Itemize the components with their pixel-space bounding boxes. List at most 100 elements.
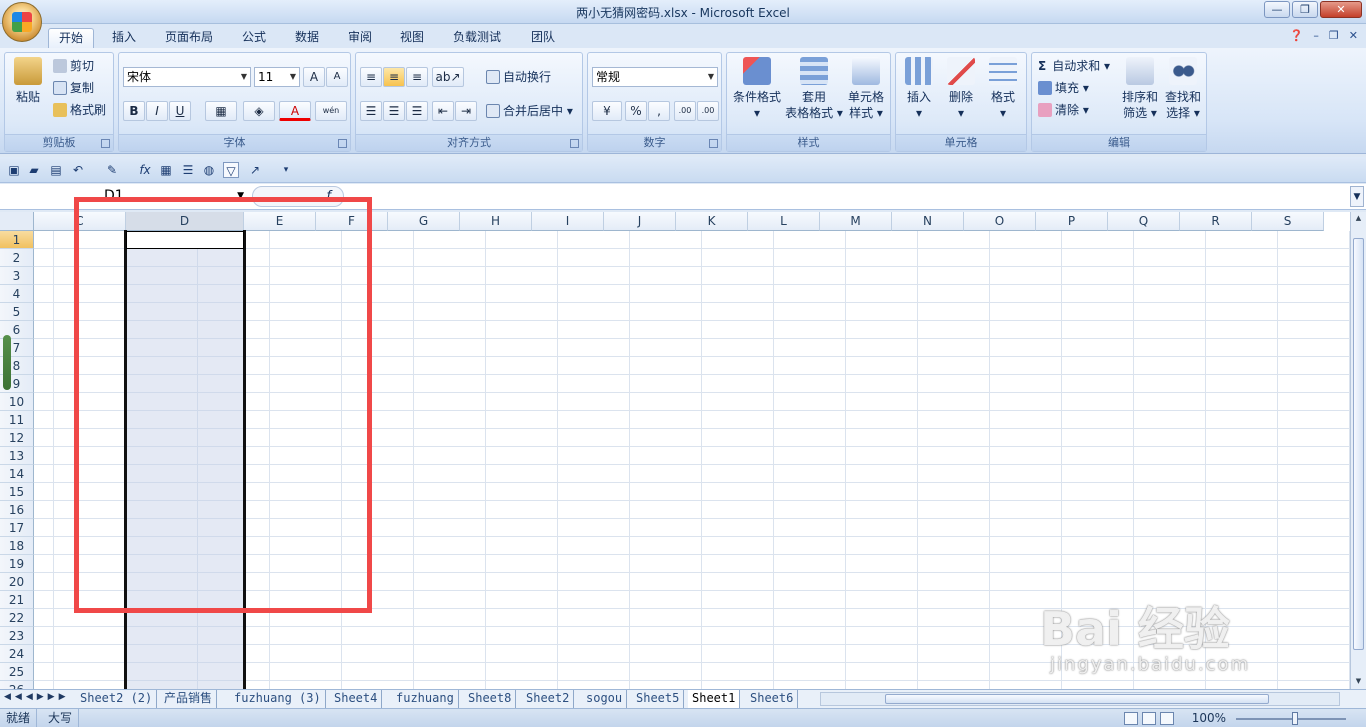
undo-icon[interactable]: ↶ bbox=[70, 162, 86, 178]
row-header-10[interactable]: 10 bbox=[0, 393, 34, 411]
clear-button[interactable]: 清除 ▾ bbox=[1038, 100, 1089, 120]
row-header-2[interactable]: 2 bbox=[0, 249, 34, 267]
tab-load-test[interactable]: 负载测试 bbox=[443, 28, 511, 48]
column-header-s[interactable]: S bbox=[1252, 212, 1324, 231]
select-all-corner[interactable] bbox=[0, 212, 34, 231]
row-header-25[interactable]: 25 bbox=[0, 663, 34, 681]
restore-button[interactable]: ❐ bbox=[1292, 1, 1318, 18]
autosum-button[interactable]: Σ 自动求和 ▾ bbox=[1038, 56, 1110, 76]
copy-button[interactable]: 复制 bbox=[53, 78, 94, 98]
decrease-decimal-button[interactable]: .00 bbox=[697, 101, 719, 121]
format-painter-button[interactable]: 格式刷 bbox=[53, 100, 106, 120]
tab-team[interactable]: 团队 bbox=[521, 28, 565, 48]
sheet-tab[interactable]: Sheet4 bbox=[330, 690, 383, 708]
zoom-level[interactable]: 100% bbox=[1192, 709, 1226, 727]
number-launcher-icon[interactable] bbox=[709, 139, 718, 148]
row-header-4[interactable]: 4 bbox=[0, 285, 34, 303]
wrap-text-button[interactable]: 自动换行 bbox=[486, 67, 551, 87]
sheet-tab[interactable]: Sheet1 bbox=[688, 690, 741, 708]
percent-button[interactable]: % bbox=[625, 101, 647, 121]
paste-button[interactable]: 粘贴 bbox=[11, 57, 45, 105]
decrease-indent-button[interactable]: ⇤ bbox=[432, 101, 454, 121]
table-grid-icon[interactable]: ▦ bbox=[158, 162, 174, 178]
align-top-button[interactable]: ≡ bbox=[360, 67, 382, 87]
row-header-21[interactable]: 21 bbox=[0, 591, 34, 609]
office-button[interactable] bbox=[2, 2, 42, 42]
delete-cells-button[interactable]: 删除 ▾ bbox=[940, 57, 982, 121]
page-break-view-icon[interactable] bbox=[1160, 712, 1174, 725]
column-header-o[interactable]: O bbox=[964, 212, 1036, 231]
row-header-12[interactable]: 12 bbox=[0, 429, 34, 447]
row-header-23[interactable]: 23 bbox=[0, 627, 34, 645]
vertical-scroll-thumb[interactable] bbox=[1353, 238, 1364, 650]
font-color-button[interactable]: A bbox=[279, 101, 311, 121]
horizontal-scroll-thumb[interactable] bbox=[885, 694, 1269, 704]
sheet-tab[interactable]: Sheet6 bbox=[746, 690, 799, 708]
column-header-h[interactable]: H bbox=[460, 212, 532, 231]
align-left-button[interactable]: ☰ bbox=[360, 101, 382, 121]
row-header-17[interactable]: 17 bbox=[0, 519, 34, 537]
save-icon[interactable]: ▣ bbox=[6, 162, 22, 178]
sheet-tab[interactable]: sogou bbox=[582, 690, 628, 708]
bold-button[interactable]: B bbox=[123, 101, 145, 121]
tab-home[interactable]: 开始 bbox=[48, 28, 95, 48]
tab-formulas[interactable]: 公式 bbox=[232, 28, 276, 48]
tab-insert[interactable]: 插入 bbox=[102, 28, 146, 48]
sort-filter-button[interactable]: 排序和 筛选 ▾ bbox=[1120, 57, 1160, 121]
font-size-combo[interactable]: 11 ▼ bbox=[254, 67, 300, 87]
tab-view[interactable]: 视图 bbox=[390, 28, 434, 48]
increase-decimal-button[interactable]: .00 bbox=[674, 101, 696, 121]
row-header-19[interactable]: 19 bbox=[0, 555, 34, 573]
filter-icon[interactable]: ▽ bbox=[223, 162, 239, 178]
sheet-tab[interactable]: Sheet8 bbox=[464, 690, 517, 708]
column-header-m[interactable]: M bbox=[820, 212, 892, 231]
help-icon[interactable]: ❓ bbox=[1290, 29, 1304, 42]
row-header-26[interactable]: 26 bbox=[0, 681, 34, 689]
conditional-format-button[interactable]: 条件格式 ▾ bbox=[729, 57, 785, 121]
column-header-r[interactable]: R bbox=[1180, 212, 1252, 231]
phonetic-button[interactable]: wén bbox=[315, 101, 347, 121]
align-right-button[interactable]: ☰ bbox=[406, 101, 428, 121]
align-center-button[interactable]: ☰ bbox=[383, 101, 405, 121]
align-middle-button[interactable]: ≡ bbox=[383, 67, 405, 87]
column-header-i[interactable]: I bbox=[532, 212, 604, 231]
print-preview-icon[interactable]: ▤ bbox=[48, 162, 64, 178]
font-launcher-icon[interactable] bbox=[338, 139, 347, 148]
zoom-slider-thumb[interactable] bbox=[1292, 712, 1298, 725]
open-folder-icon[interactable]: ▰ bbox=[26, 162, 42, 178]
row-header-15[interactable]: 15 bbox=[0, 483, 34, 501]
zoom-slider[interactable] bbox=[1236, 718, 1346, 720]
vertical-scrollbar[interactable]: ▲ ▼ bbox=[1350, 212, 1366, 689]
cell-styles-button[interactable]: 单元格 样式 ▾ bbox=[843, 57, 889, 121]
sheet-tab[interactable]: fuzhuang (3) bbox=[230, 690, 326, 708]
column-header-p[interactable]: P bbox=[1036, 212, 1108, 231]
increase-indent-button[interactable]: ⇥ bbox=[455, 101, 477, 121]
customize-toolbar-icon[interactable]: ▾ bbox=[278, 162, 294, 178]
column-header-q[interactable]: Q bbox=[1108, 212, 1180, 231]
tab-data[interactable]: 数据 bbox=[285, 28, 329, 48]
insert-cells-button[interactable]: 插入 ▾ bbox=[898, 57, 940, 121]
italic-button[interactable]: I bbox=[146, 101, 168, 121]
sheet-tab[interactable]: fuzhuang bbox=[392, 690, 459, 708]
row-list-icon[interactable]: ☰ bbox=[180, 162, 196, 178]
fill-color-button[interactable]: ◈ bbox=[243, 101, 275, 121]
find-select-button[interactable]: 查找和 选择 ▾ bbox=[1162, 57, 1204, 121]
scroll-down-icon[interactable]: ▼ bbox=[1353, 677, 1364, 687]
column-header-n[interactable]: N bbox=[892, 212, 964, 231]
alignment-launcher-icon[interactable] bbox=[570, 139, 579, 148]
row-header-5[interactable]: 5 bbox=[0, 303, 34, 321]
normal-view-icon[interactable] bbox=[1124, 712, 1138, 725]
merge-center-button[interactable]: 合并后居中 ▾ bbox=[486, 101, 573, 121]
shrink-font-button[interactable]: A bbox=[326, 67, 348, 87]
align-bottom-button[interactable]: ≡ bbox=[406, 67, 428, 87]
expand-formula-bar-icon[interactable]: ▼ bbox=[1350, 186, 1364, 207]
close-button[interactable]: ✕ bbox=[1320, 1, 1362, 18]
column-header-k[interactable]: K bbox=[676, 212, 748, 231]
format-as-table-button[interactable]: 套用 表格格式 ▾ bbox=[783, 57, 845, 121]
row-header-1[interactable]: 1 bbox=[0, 231, 34, 249]
number-format-combo[interactable]: 常规 ▼ bbox=[592, 67, 718, 87]
ribbon-close-icon[interactable]: ✕ bbox=[1349, 29, 1358, 42]
sheet-tab[interactable]: Sheet2 bbox=[522, 690, 575, 708]
clipboard-launcher-icon[interactable] bbox=[101, 139, 110, 148]
comma-button[interactable]: , bbox=[648, 101, 670, 121]
